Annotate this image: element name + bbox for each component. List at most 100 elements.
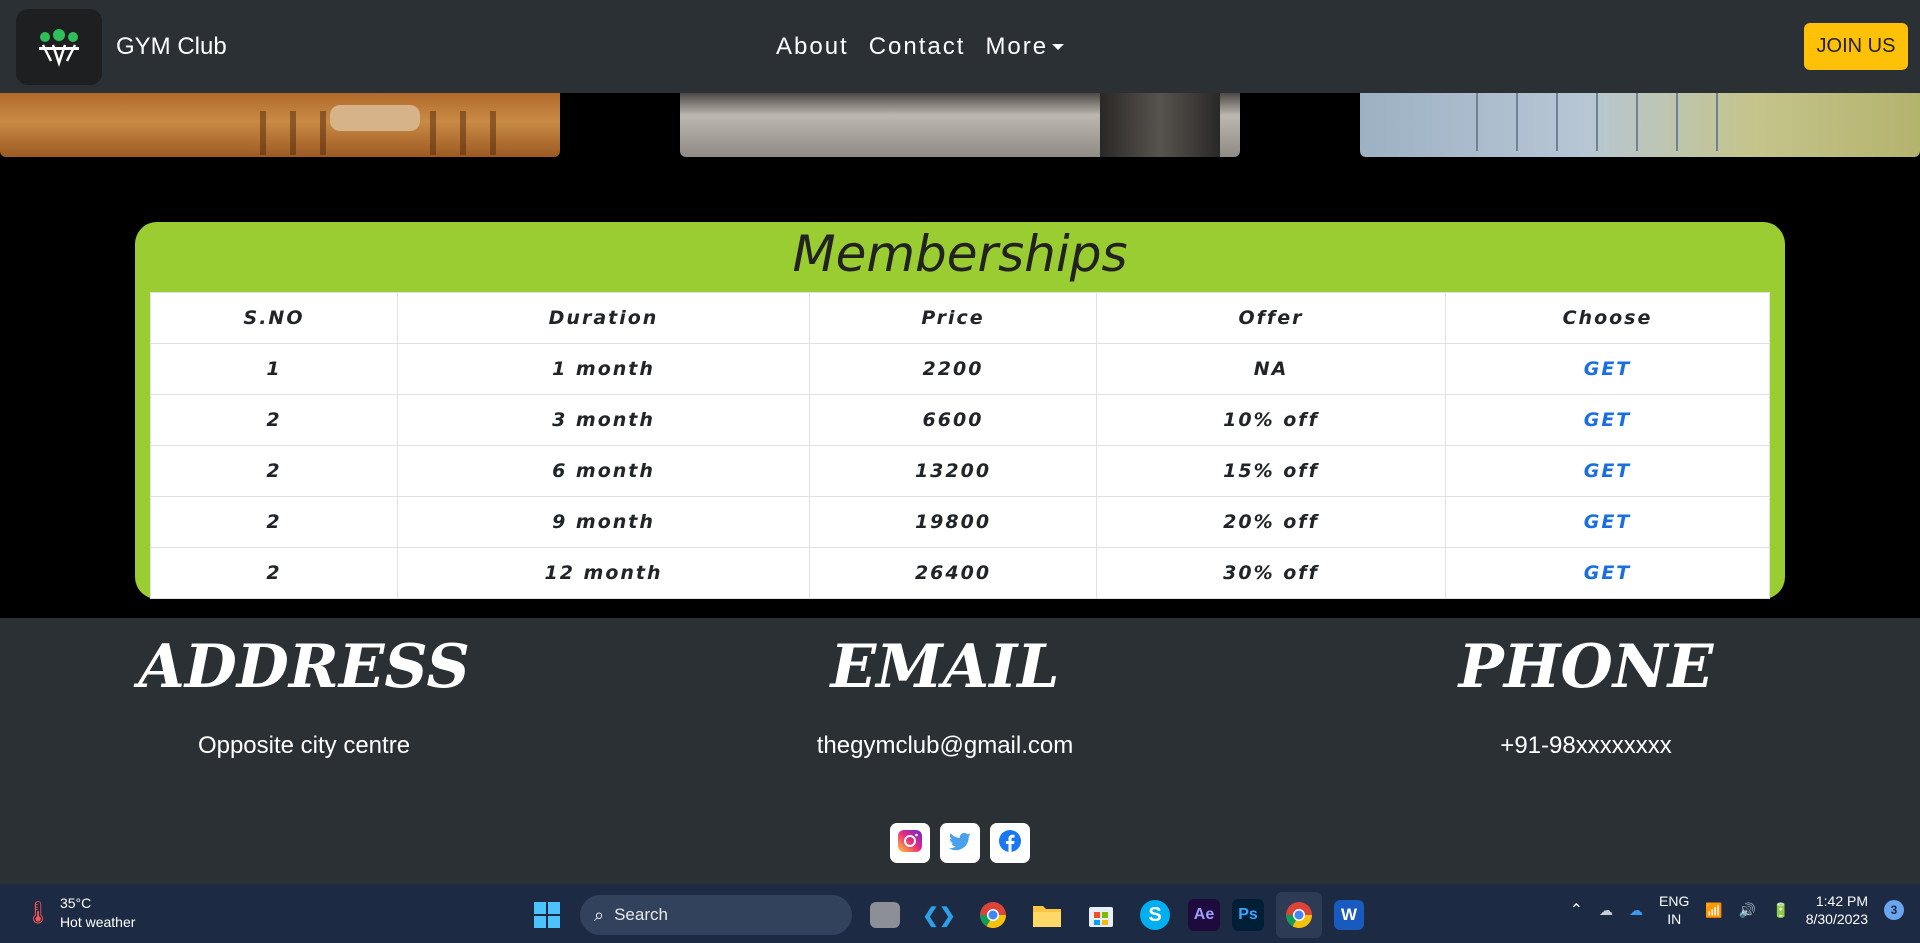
twitter-icon[interactable]	[940, 823, 980, 863]
join-us-button[interactable]: JOIN US	[1804, 23, 1908, 70]
cell-duration: 9 month	[397, 496, 810, 548]
caret-down-icon	[1052, 44, 1065, 51]
cell-sno: 2	[150, 445, 398, 497]
nav-about[interactable]: About	[776, 33, 849, 61]
system-tray: ⌃ ☁ ☁ ENG IN 📶 🔊 🔋 1:42 PM 8/30/2023 3	[1570, 892, 1904, 928]
header-duration: Duration	[397, 292, 810, 344]
nav-contact[interactable]: Contact	[869, 33, 966, 61]
region-code: IN	[1667, 911, 1682, 927]
cell-duration: 6 month	[397, 445, 810, 497]
thermometer-icon: 🌡	[24, 900, 52, 925]
email-text[interactable]: thegymclub@gmail.com	[695, 732, 1195, 760]
sauna-image	[0, 93, 560, 157]
facebook-icon[interactable]	[990, 823, 1030, 863]
memberships-table: S.NO Duration Price Offer Choose 1 1 mon…	[150, 292, 1770, 599]
header-price: Price	[809, 292, 1097, 344]
nav-more-label: More	[985, 32, 1049, 60]
facility-gallery	[0, 93, 1920, 158]
onedrive-error-icon[interactable]: ☁	[1599, 902, 1613, 919]
notification-badge[interactable]: 3	[1884, 900, 1904, 920]
clock-date: 8/30/2023	[1805, 911, 1868, 927]
wifi-icon[interactable]: 📶	[1705, 902, 1722, 919]
get-link[interactable]: GET	[1584, 358, 1632, 380]
memberships-title: Memberships	[792, 225, 1128, 283]
chevron-up-icon[interactable]: ⌃	[1570, 900, 1583, 920]
brand-name[interactable]: GYM Club	[116, 33, 227, 61]
header-choose: Choose	[1445, 292, 1770, 344]
gym-logo-icon[interactable]	[16, 8, 102, 85]
cell-price: 13200	[809, 445, 1097, 497]
table-header-row: S.NO Duration Price Offer Choose	[150, 292, 1770, 344]
taskbar-apps: ⌕ Search ❮❯ S Ae Ps W	[526, 892, 1364, 938]
table-row: 2 3 month 6600 10% off GET	[150, 394, 1770, 446]
phone-text[interactable]: +91-98xxxxxxxx	[1336, 732, 1836, 760]
skype-icon[interactable]: S	[1140, 900, 1170, 930]
search-label: Search	[614, 905, 668, 924]
cell-choose: GET	[1445, 394, 1770, 446]
address-text: Opposite city centre	[197, 732, 411, 759]
weather-desc: Hot weather	[59, 914, 136, 930]
cell-offer: NA	[1096, 343, 1446, 395]
windows-taskbar: 🌡 35°C Hot weather ⌕ Search ❮❯ S Ae Ps W…	[0, 884, 1920, 943]
weather-widget[interactable]: 🌡 35°C Hot weather	[24, 894, 135, 932]
file-explorer-icon[interactable]	[1026, 894, 1068, 936]
taskbar-search[interactable]: ⌕ Search	[580, 895, 852, 935]
cell-price: 6600	[809, 394, 1097, 446]
cell-duration: 1 month	[397, 343, 810, 395]
word-icon[interactable]: W	[1334, 900, 1364, 930]
clock-time: 1:42 PM	[1815, 893, 1868, 909]
photoshop-icon[interactable]: Ps	[1232, 899, 1264, 931]
vscode-icon[interactable]: ❮❯	[918, 894, 960, 936]
table-row: 1 1 month 2200 NA GET	[150, 343, 1770, 395]
start-windows-icon[interactable]	[526, 894, 568, 936]
onedrive-icon[interactable]: ☁	[1629, 902, 1643, 919]
search-icon: ⌕	[594, 904, 605, 925]
get-link[interactable]: GET	[1584, 562, 1632, 584]
weather-temp: 35°C	[59, 895, 92, 911]
cell-sno: 2	[150, 496, 398, 548]
address-column: ADDRESS Opposite city centre	[54, 618, 554, 760]
phone-column: PHONE +91-98xxxxxxxx	[1336, 618, 1836, 760]
cell-sno: 1	[150, 343, 398, 395]
brand[interactable]: GYM Club	[16, 8, 227, 85]
table-row: 2 6 month 13200 15% off GET	[150, 445, 1770, 497]
cell-choose: GET	[1445, 445, 1770, 497]
get-link[interactable]: GET	[1584, 460, 1632, 482]
memberships-section: Memberships S.NO Duration Price Offer Ch…	[135, 222, 1785, 599]
get-link[interactable]: GET	[1584, 409, 1632, 431]
email-column: EMAIL thegymclub@gmail.com	[695, 618, 1195, 760]
cell-choose: GET	[1445, 496, 1770, 548]
volume-icon[interactable]: 🔊	[1739, 902, 1756, 919]
cell-price: 26400	[809, 547, 1097, 599]
get-link[interactable]: GET	[1584, 511, 1632, 533]
gym-floor-image	[680, 93, 1240, 157]
instagram-icon[interactable]	[890, 823, 930, 863]
cell-price: 19800	[809, 496, 1097, 548]
table-row: 2 9 month 19800 20% off GET	[150, 496, 1770, 548]
cell-sno: 2	[150, 547, 398, 599]
after-effects-icon[interactable]: Ae	[1188, 899, 1220, 931]
address-heading: ADDRESS	[138, 632, 470, 702]
header-sno: S.NO	[150, 292, 398, 344]
cell-choose: GET	[1445, 343, 1770, 395]
clock[interactable]: 1:42 PM 8/30/2023	[1806, 892, 1868, 928]
email-heading: EMAIL	[830, 632, 1060, 702]
chrome-icon[interactable]	[972, 894, 1014, 936]
cell-choose: GET	[1445, 547, 1770, 599]
nav-more-dropdown[interactable]: More	[985, 32, 1065, 61]
cell-offer: 30% off	[1096, 547, 1446, 599]
microsoft-store-icon[interactable]	[1080, 894, 1122, 936]
phone-heading: PHONE	[1458, 632, 1714, 702]
battery-icon[interactable]: 🔋	[1772, 902, 1789, 919]
language-indicator[interactable]: ENG IN	[1659, 892, 1689, 928]
social-links	[890, 823, 1030, 863]
task-view-icon[interactable]	[870, 902, 900, 928]
header-offer: Offer	[1096, 292, 1446, 344]
cell-price: 2200	[809, 343, 1097, 395]
cell-sno: 2	[150, 394, 398, 446]
navbar: GYM Club About Contact More JOIN US	[0, 0, 1920, 93]
cell-offer: 10% off	[1096, 394, 1446, 446]
chrome-active-icon[interactable]	[1276, 892, 1322, 938]
locker-room-image	[1360, 93, 1920, 157]
cell-duration: 12 month	[397, 547, 810, 599]
